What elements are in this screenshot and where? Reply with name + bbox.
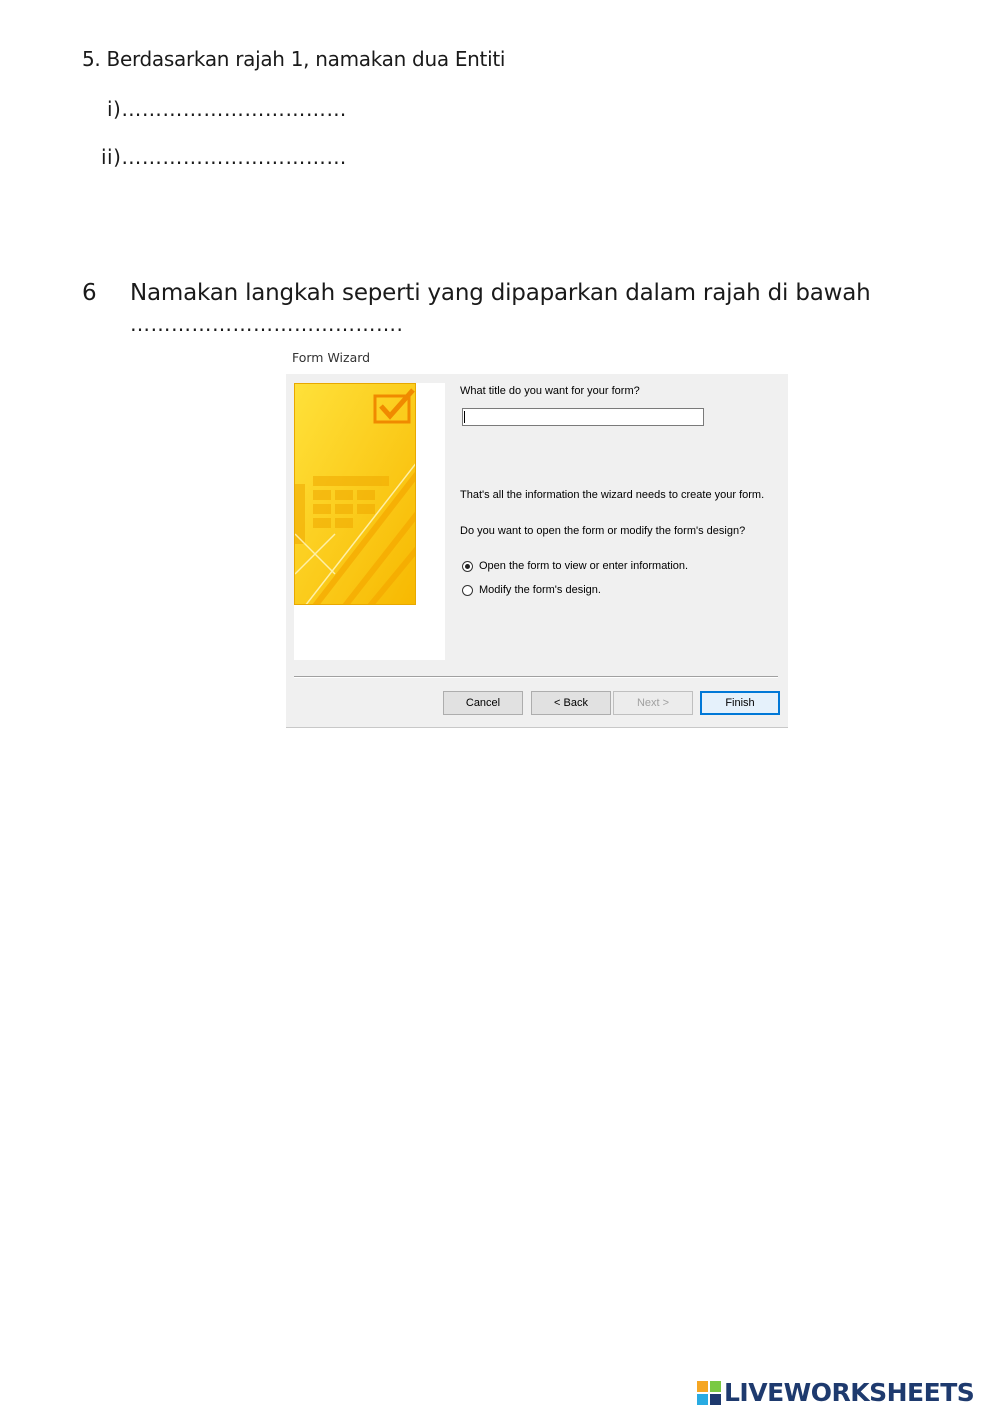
wizard-window-title: Form Wizard [292, 350, 371, 365]
open-or-modify-question: Do you want to open the form or modify t… [460, 525, 746, 537]
form-wizard-illustration-icon [295, 384, 415, 604]
cancel-button[interactable]: Cancel [443, 691, 523, 715]
answer-line-i: i)…………………………… [107, 97, 347, 121]
radio-selected-icon[interactable] [462, 560, 473, 572]
liveworksheets-logo[interactable]: LIVEWORKSHEETS [697, 1378, 975, 1407]
radio-modify-design[interactable]: Modify the form's design. [462, 584, 601, 596]
button-separator [294, 676, 778, 678]
next-button[interactable]: Next > [613, 691, 693, 715]
form-wizard-dialog: What title do you want for your form? Th… [286, 374, 788, 728]
logo-text: LIVEWORKSHEETS [724, 1378, 975, 1407]
title-question-label: What title do you want for your form? [460, 385, 640, 397]
text-caret [464, 411, 465, 423]
question-6-answer-line: …………………………………. [130, 312, 404, 336]
back-button[interactable]: < Back [531, 691, 611, 715]
radio-open-form[interactable]: Open the form to view or enter informati… [462, 560, 688, 572]
wizard-illustration [294, 383, 416, 605]
radio-unselected-icon[interactable] [462, 584, 473, 596]
liveworksheets-logo-icon [697, 1380, 721, 1405]
question-6-number: 6 [82, 280, 97, 306]
form-title-input[interactable] [462, 408, 704, 426]
radio-modify-design-label: Modify the form's design. [479, 584, 601, 596]
info-text: That's all the information the wizard ne… [460, 489, 765, 501]
answer-line-ii: ii)…………………………… [101, 145, 347, 169]
radio-open-form-label: Open the form to view or enter informati… [479, 560, 689, 572]
finish-button[interactable]: Finish [700, 691, 780, 715]
question-6-text: Namakan langkah seperti yang dipaparkan … [130, 280, 871, 306]
wizard-side-panel [294, 383, 445, 660]
question-5: 5. Berdasarkan rajah 1, namakan dua Enti… [82, 47, 506, 71]
